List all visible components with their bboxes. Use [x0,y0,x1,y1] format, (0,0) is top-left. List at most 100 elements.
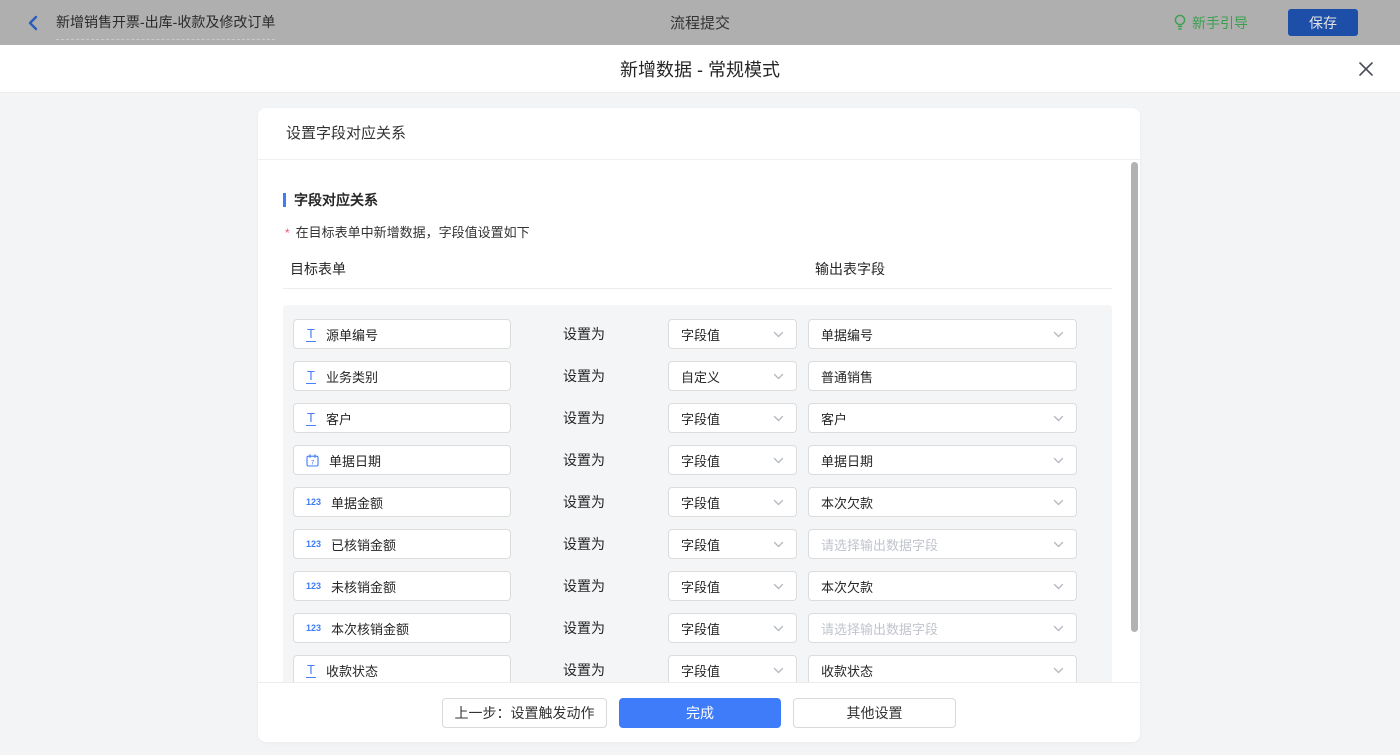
output-select-value: 普通销售 [821,367,873,386]
mode-select[interactable]: 字段值 [668,529,797,559]
mode-chevron-down-icon [773,329,784,340]
mode-select-value: 自定义 [681,367,720,386]
mode-chevron-down-icon [773,665,784,676]
output-chevron-down-icon [1053,413,1064,424]
svg-text:7: 7 [311,459,315,466]
number-field-icon: 123 [306,539,321,549]
mode-chevron-down-icon [773,455,784,466]
output-select[interactable]: 客户 [808,403,1077,433]
mode-chevron-down-icon [773,413,784,424]
beginner-guide-label: 新手引导 [1192,13,1248,33]
section-accent-bar [283,193,286,207]
target-field-label: 客户 [326,409,352,428]
section-title: 字段对应关系 [283,190,1140,210]
output-select[interactable]: 本次欠款 [808,487,1077,517]
lightbulb-icon [1173,14,1187,31]
output-select-value: 请选择输出数据字段 [821,535,938,554]
mode-select[interactable]: 字段值 [668,445,797,475]
mode-select[interactable]: 字段值 [668,403,797,433]
mode-select[interactable]: 字段值 [668,571,797,601]
beginner-guide-link[interactable]: 新手引导 [1173,13,1248,33]
mode-select-value: 字段值 [681,619,720,638]
output-select-value: 单据日期 [821,451,873,470]
field-mapping-row: T 123 7 本次核销金额 设置为 字段值 请选择输出数据字段 [293,613,1112,643]
output-chevron-down-icon [1053,455,1064,466]
card-footer: 上一步：设置触发动作 完成 其他设置 [258,682,1140,742]
output-select[interactable]: 单据日期 [808,445,1077,475]
required-asterisk: * [285,226,290,240]
output-select-value: 本次欠款 [821,493,873,512]
target-field-box: T 123 7 客户 [293,403,511,433]
text-field-icon: T [306,663,316,678]
output-chevron-down-icon [1053,539,1064,550]
output-chevron-down-icon [1053,665,1064,676]
output-select-value: 收款状态 [821,661,873,680]
field-mapping-row: T 123 7 未核销金额 设置为 字段值 本次欠款 [293,571,1112,601]
other-settings-button[interactable]: 其他设置 [793,698,956,728]
mode-select-value: 字段值 [681,409,720,428]
target-field-label: 业务类别 [326,367,378,386]
field-rows: T 123 7 源单编号 设置为 字段值 单据编号 T 123 7 业务类别 设… [283,305,1112,704]
column-header-output-fields: 输出表字段 [815,259,885,279]
field-mapping-row: T 123 7 源单编号 设置为 字段值 单据编号 [293,319,1112,349]
output-select[interactable]: 单据编号 [808,319,1077,349]
output-select[interactable]: 请选择输出数据字段 [808,529,1077,559]
set-as-label: 设置为 [563,618,605,638]
previous-step-button[interactable]: 上一步：设置触发动作 [442,698,607,728]
output-chevron-down-icon [1053,329,1064,340]
done-button[interactable]: 完成 [619,698,781,728]
output-chevron-down-icon [1053,497,1064,508]
mode-select-value: 字段值 [681,577,720,596]
card-header: 设置字段对应关系 [258,108,1140,160]
required-note: *在目标表单中新增数据，字段值设置如下 [283,222,1140,241]
output-chevron-down-icon [1053,623,1064,634]
mode-select-value: 字段值 [681,493,720,512]
modal-body: 设置字段对应关系 字段对应关系 *在目标表单中新增数据，字段值设置如下 目标表单… [0,108,1400,755]
text-field-icon: T [306,369,316,384]
output-select-value: 单据编号 [821,325,873,344]
mode-select-value: 字段值 [681,535,720,554]
target-field-label: 源单编号 [326,325,378,344]
number-field-icon: 123 [306,623,321,633]
output-select-value: 本次欠款 [821,577,873,596]
set-as-label: 设置为 [563,492,605,512]
header-divider [283,288,1112,289]
close-icon[interactable] [1356,59,1376,79]
mode-chevron-down-icon [773,581,784,592]
output-select[interactable]: 请选择输出数据字段 [808,613,1077,643]
mode-chevron-down-icon [773,539,784,550]
text-field-icon: T [306,327,316,342]
mode-select-value: 字段值 [681,325,720,344]
number-field-icon: 123 [306,497,321,507]
mode-select[interactable]: 字段值 [668,655,797,685]
output-select[interactable]: 收款状态 [808,655,1077,685]
column-header-target-form: 目标表单 [290,259,346,279]
target-field-label: 单据日期 [329,451,381,470]
mode-select[interactable]: 字段值 [668,613,797,643]
target-field-label: 未核销金额 [331,577,396,596]
field-mapping-row: T 123 7 客户 设置为 字段值 客户 [293,403,1112,433]
output-select[interactable]: 本次欠款 [808,571,1077,601]
modal-header: 新增数据 - 常规模式 [0,45,1400,93]
target-field-box: T 123 7 收款状态 [293,655,511,685]
mode-select[interactable]: 字段值 [668,487,797,517]
mode-select[interactable]: 自定义 [668,361,797,391]
target-field-box: T 123 7 未核销金额 [293,571,511,601]
set-as-label: 设置为 [563,576,605,596]
target-field-box: T 123 7 单据金额 [293,487,511,517]
mode-select[interactable]: 字段值 [668,319,797,349]
text-field-icon: T [306,411,316,426]
field-mapping-card: 设置字段对应关系 字段对应关系 *在目标表单中新增数据，字段值设置如下 目标表单… [258,108,1140,742]
scrollbar-thumb[interactable] [1131,162,1138,632]
field-mapping-row: T 123 7 单据日期 设置为 字段值 单据日期 [293,445,1112,475]
number-field-icon: 123 [306,581,321,591]
target-field-label: 收款状态 [326,661,378,680]
column-headers: 目标表单 输出表字段 [283,259,1140,279]
target-field-label: 已核销金额 [331,535,396,554]
output-select[interactable]: 普通销售 [808,361,1077,391]
set-as-label: 设置为 [563,660,605,680]
field-mapping-row: T 123 7 收款状态 设置为 字段值 收款状态 [293,655,1112,685]
field-mapping-row: T 123 7 已核销金额 设置为 字段值 请选择输出数据字段 [293,529,1112,559]
target-field-box: T 123 7 本次核销金额 [293,613,511,643]
save-button[interactable]: 保存 [1288,9,1358,36]
